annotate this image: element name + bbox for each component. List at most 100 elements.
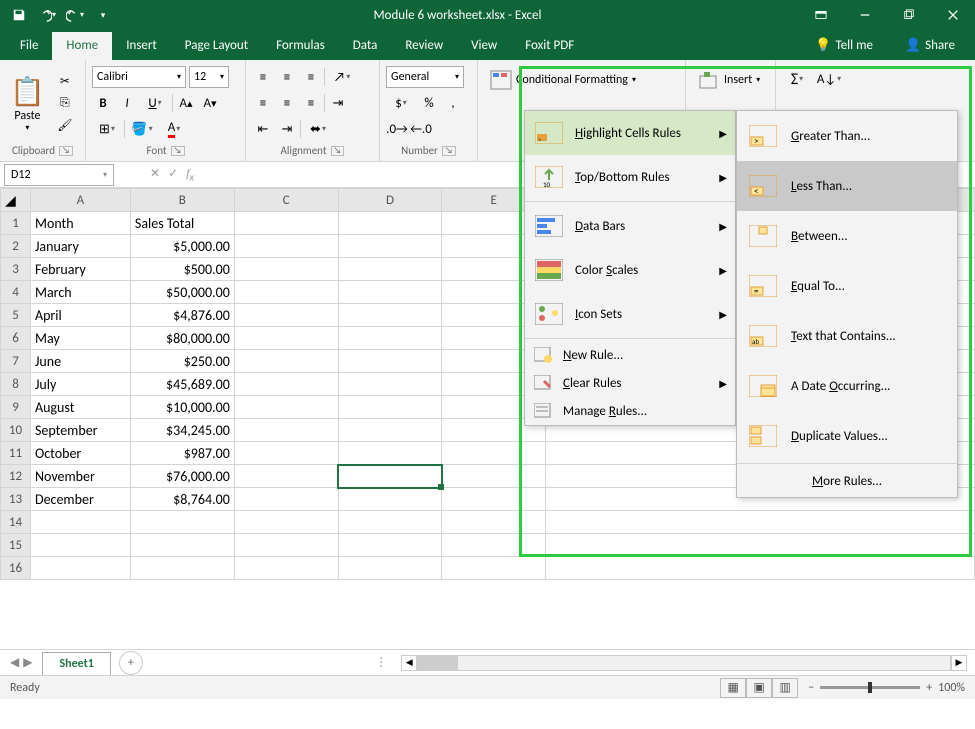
align-left-button[interactable]: ≡ <box>252 92 274 114</box>
redo-button[interactable]: ▾ <box>62 2 88 28</box>
accounting-button[interactable]: $▾ <box>386 92 416 114</box>
close-button[interactable] <box>931 0 975 30</box>
submenu-text-contains[interactable]: ab Text that Contains... <box>737 311 957 361</box>
minimize-button[interactable] <box>843 0 887 30</box>
cell[interactable]: November <box>30 465 130 488</box>
zoom-level[interactable]: 100% <box>938 681 965 695</box>
cell[interactable]: January <box>30 235 130 258</box>
col-header-d[interactable]: D <box>338 189 442 212</box>
fx-icon[interactable]: fx <box>186 166 194 183</box>
share-button[interactable]: 👤Share <box>891 32 969 60</box>
submenu-date-occurring[interactable]: A Date Occurring... <box>737 361 957 411</box>
paste-button[interactable]: 📋 Paste ▾ <box>6 72 49 135</box>
customize-qat-button[interactable]: ▾ <box>90 2 116 28</box>
font-launcher[interactable]: ↘ <box>171 146 185 156</box>
fill-color-button[interactable]: 🪣▾ <box>127 118 157 140</box>
cell[interactable]: $80,000.00 <box>130 327 234 350</box>
cell[interactable]: $76,000.00 <box>130 465 234 488</box>
zoom-slider[interactable] <box>820 686 920 689</box>
submenu-equal-to[interactable]: = Equal To... <box>737 261 957 311</box>
menu-top-bottom-rules[interactable]: 10 Top/Bottom Rules▶ <box>525 155 735 199</box>
font-size-dropdown[interactable]: 12▾ <box>189 66 229 88</box>
normal-view-button[interactable]: ▦ <box>720 678 746 698</box>
name-box[interactable]: D12▾ <box>4 164 114 186</box>
submenu-duplicate-values[interactable]: Duplicate Values... <box>737 411 957 461</box>
cell[interactable]: $34,245.00 <box>130 419 234 442</box>
cell[interactable]: $50,000.00 <box>130 281 234 304</box>
alignment-launcher[interactable]: ↘ <box>331 146 345 156</box>
tab-foxitpdf[interactable]: Foxit PDF <box>511 32 588 60</box>
cancel-icon[interactable]: ✕ <box>150 166 160 183</box>
cell[interactable]: $500.00 <box>130 258 234 281</box>
tab-formulas[interactable]: Formulas <box>262 32 339 60</box>
row-header[interactable]: 7 <box>1 350 31 373</box>
selected-cell[interactable] <box>338 465 442 488</box>
menu-highlight-cells-rules[interactable]: > Highlight Cells Rules▶ <box>525 111 735 155</box>
cell[interactable]: Sales Total <box>130 212 234 235</box>
sort-filter-button[interactable]: A↓▾ <box>814 68 844 90</box>
font-color-button[interactable]: A▾ <box>159 118 189 140</box>
row-header[interactable]: 14 <box>1 511 31 534</box>
italic-button[interactable]: I <box>116 92 138 114</box>
decrease-indent-button[interactable]: ⇤ <box>252 118 274 140</box>
row-header[interactable]: 13 <box>1 488 31 511</box>
save-button[interactable] <box>6 2 32 28</box>
align-top-button[interactable]: ≡ <box>252 66 274 88</box>
bold-button[interactable]: B <box>92 92 114 114</box>
cell[interactable]: September <box>30 419 130 442</box>
cell[interactable]: $45,689.00 <box>130 373 234 396</box>
tab-review[interactable]: Review <box>391 32 457 60</box>
number-format-dropdown[interactable]: General▾ <box>386 66 464 88</box>
horizontal-scrollbar[interactable]: ◀ ▶ <box>393 655 975 671</box>
submenu-less-than[interactable]: < Less Than... <box>737 161 957 211</box>
row-header[interactable]: 1 <box>1 212 31 235</box>
align-bottom-button[interactable]: ≡ <box>300 66 322 88</box>
row-header[interactable]: 4 <box>1 281 31 304</box>
cell[interactable]: July <box>30 373 130 396</box>
cell[interactable]: Month <box>30 212 130 235</box>
cell[interactable]: August <box>30 396 130 419</box>
row-header[interactable]: 2 <box>1 235 31 258</box>
new-sheet-button[interactable]: + <box>119 651 143 675</box>
submenu-more-rules[interactable]: More Rules... <box>737 466 957 497</box>
orientation-button[interactable]: ↗▾ <box>327 66 357 88</box>
font-name-dropdown[interactable]: Calibri▾ <box>92 66 186 88</box>
row-header[interactable]: 9 <box>1 396 31 419</box>
autosum-button[interactable]: Σ▾ <box>782 68 812 90</box>
tab-home[interactable]: Home <box>52 32 112 60</box>
cell[interactable]: June <box>30 350 130 373</box>
maximize-button[interactable] <box>887 0 931 30</box>
increase-decimal-button[interactable]: .0→ <box>386 118 408 140</box>
menu-clear-rules[interactable]: Clear Rules▶ <box>525 369 735 397</box>
row-header[interactable]: 11 <box>1 442 31 465</box>
align-right-button[interactable]: ≡ <box>300 92 322 114</box>
cell[interactable]: $10,000.00 <box>130 396 234 419</box>
zoom-in-button[interactable]: + <box>926 681 932 695</box>
format-painter-button[interactable]: 🖌 <box>56 116 74 134</box>
cell[interactable]: May <box>30 327 130 350</box>
sheet-nav-prev[interactable]: ◀ <box>10 655 19 670</box>
menu-manage-rules[interactable]: Manage Rules... <box>525 397 735 425</box>
row-header[interactable]: 5 <box>1 304 31 327</box>
tellme-button[interactable]: 💡Tell me <box>801 32 887 60</box>
sheet-nav-next[interactable]: ▶ <box>23 655 32 670</box>
submenu-greater-than[interactable]: > Greater Than... <box>737 111 957 161</box>
cell[interactable]: $250.00 <box>130 350 234 373</box>
number-launcher[interactable]: ↘ <box>442 146 456 156</box>
copy-button[interactable]: ⎘ <box>56 94 74 112</box>
tab-view[interactable]: View <box>457 32 511 60</box>
borders-button[interactable]: ⊞▾ <box>92 118 122 140</box>
pagelayout-view-button[interactable]: ▣ <box>746 678 772 698</box>
row-header[interactable]: 6 <box>1 327 31 350</box>
cell[interactable]: $5,000.00 <box>130 235 234 258</box>
col-header-b[interactable]: B <box>130 189 234 212</box>
row-header[interactable]: 3 <box>1 258 31 281</box>
row-header[interactable]: 12 <box>1 465 31 488</box>
pagebreak-view-button[interactable]: ▥ <box>772 678 798 698</box>
menu-icon-sets[interactable]: Icon Sets▶ <box>525 292 735 336</box>
merge-button[interactable]: ⬌▾ <box>303 118 333 140</box>
row-header[interactable]: 16 <box>1 557 31 580</box>
col-header-c[interactable]: C <box>234 189 338 212</box>
cell[interactable]: $4,876.00 <box>130 304 234 327</box>
comma-button[interactable]: , <box>442 92 464 114</box>
